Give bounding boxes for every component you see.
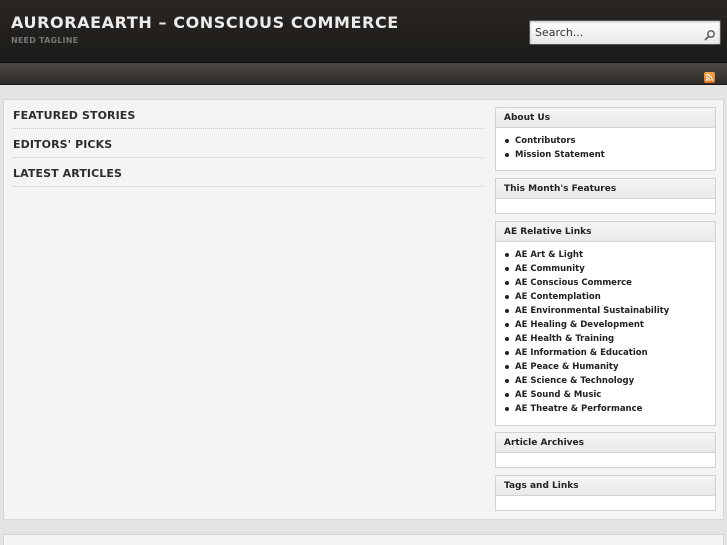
widget-title: About Us	[496, 108, 715, 128]
list-item[interactable]: AE Peace & Humanity	[504, 360, 715, 374]
widget-this-months-features: This Month's Features	[495, 178, 716, 214]
list-item[interactable]: AE Science & Technology	[504, 374, 715, 388]
relative-link[interactable]: AE Conscious Commerce	[515, 278, 632, 288]
story-section-label[interactable]: FEATURED STORIES	[13, 109, 135, 122]
search-icon[interactable]	[704, 26, 716, 41]
list-item[interactable]: AE Healing & Development	[504, 318, 715, 332]
search-input[interactable]	[530, 21, 702, 44]
list-item[interactable]: Contributors	[504, 134, 715, 148]
list-item[interactable]: AE Sound & Music	[504, 388, 715, 402]
story-section-latest[interactable]: LATEST ARTICLES	[13, 159, 484, 187]
list-item[interactable]: AE Theatre & Performance	[504, 402, 715, 416]
widget-about-us: About Us Contributors Mission Statement	[495, 107, 716, 171]
widget-title: Article Archives	[496, 433, 715, 453]
widget-title: This Month's Features	[496, 179, 715, 199]
nav-bar	[0, 63, 727, 85]
site-tagline: NEED TAGLINE	[11, 36, 79, 45]
list-item[interactable]: AE Information & Education	[504, 346, 715, 360]
rss-icon[interactable]	[704, 72, 715, 83]
about-link[interactable]: Contributors	[515, 136, 576, 146]
relative-link[interactable]: AE Peace & Humanity	[515, 362, 619, 372]
about-list: Contributors Mission Statement	[496, 128, 715, 162]
site-header: AURORAEARTH – CONSCIOUS COMMERCE NEED TA…	[0, 0, 727, 63]
list-item[interactable]: AE Environmental Sustainability	[504, 304, 715, 318]
widget-ae-relative-links: AE Relative Links AE Art & Light AE Comm…	[495, 221, 716, 426]
widget-tags-and-links: Tags and Links	[495, 475, 716, 511]
relative-link[interactable]: AE Environmental Sustainability	[515, 306, 669, 316]
list-item[interactable]: AE Contemplation	[504, 290, 715, 304]
site-title[interactable]: AURORAEARTH – CONSCIOUS COMMERCE	[11, 13, 399, 32]
list-item[interactable]: AE Health & Training	[504, 332, 715, 346]
widget-article-archives: Article Archives	[495, 432, 716, 468]
relative-link[interactable]: AE Information & Education	[515, 348, 648, 358]
about-link[interactable]: Mission Statement	[515, 150, 605, 160]
relative-link[interactable]: AE Sound & Music	[515, 390, 601, 400]
list-item[interactable]: AE Community	[504, 262, 715, 276]
relative-link[interactable]: AE Theatre & Performance	[515, 404, 642, 414]
relative-link[interactable]: AE Health & Training	[515, 334, 614, 344]
relative-link[interactable]: AE Community	[515, 264, 585, 274]
list-item[interactable]: Mission Statement	[504, 148, 715, 162]
relative-link[interactable]: AE Contemplation	[515, 292, 601, 302]
relative-links-list: AE Art & Light AE Community AE Conscious…	[496, 242, 715, 416]
widget-title: AE Relative Links	[496, 222, 715, 242]
story-section-label[interactable]: EDITORS' PICKS	[13, 138, 112, 151]
relative-link[interactable]: AE Art & Light	[515, 250, 583, 260]
search-box[interactable]	[529, 20, 721, 45]
relative-link[interactable]: AE Science & Technology	[515, 376, 634, 386]
list-item[interactable]: AE Art & Light	[504, 248, 715, 262]
story-section-featured[interactable]: FEATURED STORIES	[13, 101, 484, 129]
story-section-editors-picks[interactable]: EDITORS' PICKS	[13, 130, 484, 158]
story-section-label[interactable]: LATEST ARTICLES	[13, 167, 122, 180]
list-item[interactable]: AE Conscious Commerce	[504, 276, 715, 290]
relative-link[interactable]: AE Healing & Development	[515, 320, 644, 330]
footer-strip	[3, 534, 724, 545]
widget-title: Tags and Links	[496, 476, 715, 496]
